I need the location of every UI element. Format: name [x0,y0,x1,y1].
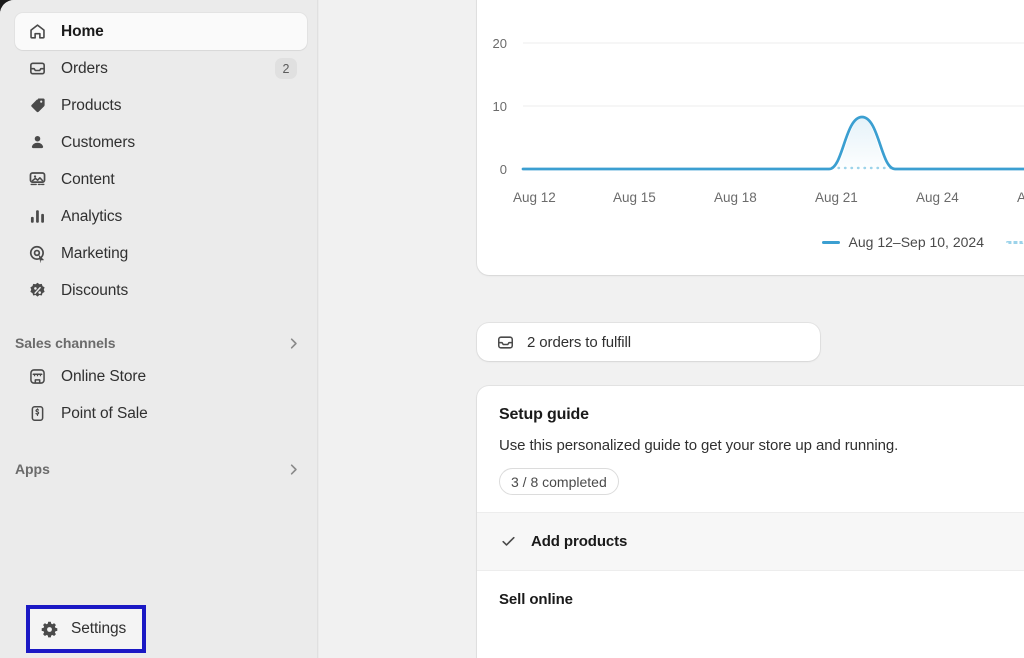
settings-highlight-box: Settings [26,605,146,653]
sidebar-item-label: Orders [61,59,108,77]
x-axis-tick: Aug 12 [513,190,556,205]
marketing-target-icon [27,244,47,264]
chevron-right-icon[interactable] [286,336,301,351]
primary-nav: Home Orders 2 Products Customers Content… [0,13,318,484]
sidebar-item-analytics[interactable]: Analytics [15,198,307,235]
setup-guide-description: Use this personalized guide to get your … [499,437,899,454]
sidebar-item-label: Point of Sale [61,404,148,422]
setup-guide-item-label: Sell online [499,591,573,608]
x-axis-tick: Aug 18 [714,190,757,205]
customers-person-icon [27,133,47,153]
setup-progress-badge: 3 / 8 completed [499,468,619,495]
setup-guide-list: Add products Sell online [477,512,1024,628]
chart-legend: Aug 12–Sep 10, 2024 [477,234,1024,250]
apps-header[interactable]: Apps [15,454,307,484]
sidebar-item-label: Analytics [61,207,123,225]
analytics-bars-icon [27,207,47,227]
sidebar-item-label: Products [61,96,122,114]
chart-plot-area: 20 10 0 Aug 12 Aug 15 Aug 18 Aug 21 Aug … [477,0,1024,205]
gear-icon [39,619,59,639]
y-axis-tick: 20 [492,36,507,51]
sidebar-item-products[interactable]: Products [15,87,307,124]
setup-guide-header: Setup guide Use this personalized guide … [477,386,1024,495]
sidebar: Home Orders 2 Products Customers Content… [0,0,318,658]
setup-guide-item-add-products[interactable]: Add products [477,512,1024,570]
sidebar-item-point-of-sale[interactable]: Point of Sale [15,395,307,432]
sales-chart-card: 20 10 0 Aug 12 Aug 15 Aug 18 Aug 21 Aug … [477,0,1024,275]
sidebar-item-customers[interactable]: Customers [15,124,307,161]
y-axis-tick: 0 [499,162,507,177]
x-axis-tick: Aug 21 [815,190,858,205]
sidebar-item-content[interactable]: Content [15,161,307,198]
discounts-percent-icon [27,281,47,301]
sidebar-item-home[interactable]: Home [15,13,307,50]
orders-count-badge: 2 [275,58,297,79]
legend-item-primary[interactable]: Aug 12–Sep 10, 2024 [821,234,984,250]
sidebar-item-label: Customers [61,133,136,151]
apps-title: Apps [15,461,50,477]
settings-button[interactable]: Settings [30,609,142,649]
sidebar-item-label: Online Store [61,367,146,385]
legend-swatch-dotted [1006,240,1024,244]
legend-swatch-solid [821,240,840,244]
y-axis-tick: 10 [492,99,507,114]
check-icon [499,533,517,551]
setup-guide-card: Setup guide Use this personalized guide … [477,386,1024,658]
legend-label: Aug 12–Sep 10, 2024 [848,234,984,250]
home-icon [27,22,47,42]
main-content: 20 10 0 Aug 12 Aug 15 Aug 18 Aug 21 Aug … [319,0,1024,658]
chevron-right-icon[interactable] [286,462,301,477]
legend-item-comparison[interactable] [1006,240,1024,244]
sidebar-item-marketing[interactable]: Marketing [15,235,307,272]
sidebar-item-discounts[interactable]: Discounts [15,272,307,309]
setup-guide-title: Setup guide [499,406,589,423]
sidebar-item-label: Content [61,170,115,188]
content-image-icon [27,170,47,190]
setup-guide-item-label: Add products [531,533,628,550]
sidebar-item-label: Discounts [61,281,129,299]
chart-svg [521,42,1024,171]
sidebar-item-orders[interactable]: Orders 2 [15,50,307,87]
setup-guide-item-sell-online[interactable]: Sell online [477,570,1024,628]
sidebar-item-online-store[interactable]: Online Store [15,358,307,395]
x-axis-tick: Aug 24 [916,190,959,205]
point-of-sale-icon [27,404,47,424]
sales-channels-title: Sales channels [15,335,116,351]
sidebar-item-label: Marketing [61,244,129,262]
online-store-icon [27,367,47,387]
orders-inbox-icon [495,332,515,352]
x-axis-tick: Aug 15 [613,190,656,205]
orders-to-fulfill-card[interactable]: 2 orders to fulfill [477,323,820,361]
orders-icon [27,59,47,79]
settings-label: Settings [71,620,127,637]
x-axis-tick: A [1017,190,1024,205]
orders-to-fulfill-label: 2 orders to fulfill [527,333,631,351]
products-tag-icon [27,96,47,116]
sidebar-item-label: Home [61,22,104,40]
shopify-admin-window: Home Orders 2 Products Customers Content… [0,0,1024,658]
sales-channels-header[interactable]: Sales channels [15,328,307,358]
